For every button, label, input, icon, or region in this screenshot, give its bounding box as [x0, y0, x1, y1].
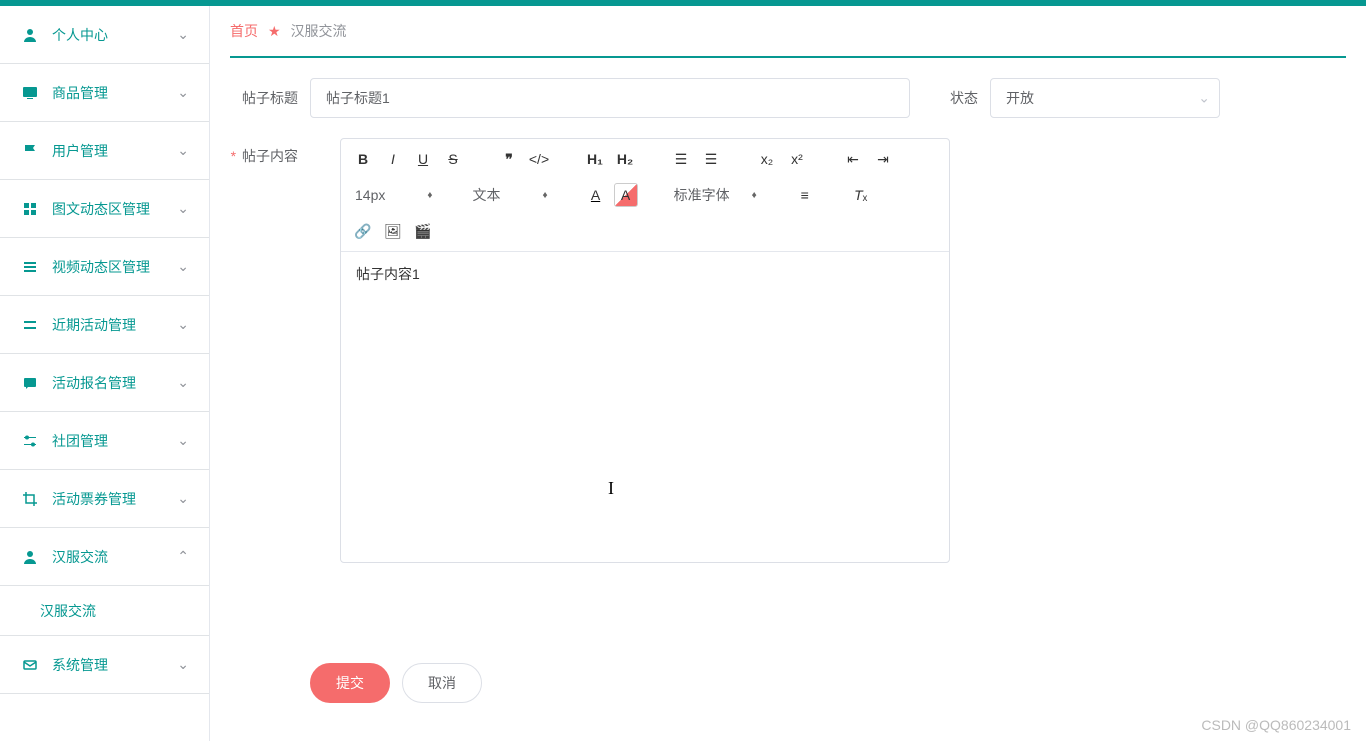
status-label: 状态 — [940, 88, 990, 108]
clear-format-button[interactable]: Tₓ — [849, 183, 873, 207]
list-icon — [20, 259, 40, 275]
quote-button[interactable]: ❞ — [497, 147, 521, 171]
sidebar: 个人中心 ⌄ 商品管理 ⌄ 用户管理 ⌄ 图文动态区管理 ⌄ 视频动态区管理 ⌄… — [0, 6, 210, 741]
chevron-down-icon: ⌄ — [177, 656, 189, 673]
editor-content[interactable]: 帖子内容1 — [341, 252, 949, 562]
content-label: 帖子内容 — [230, 138, 310, 166]
chevron-up-icon: ⌃ — [177, 548, 189, 565]
cancel-button[interactable]: 取消 — [402, 663, 482, 703]
submit-button[interactable]: 提交 — [310, 663, 390, 703]
status-select[interactable] — [990, 78, 1220, 118]
sidebar-item-ticket[interactable]: 活动票券管理 ⌄ — [0, 470, 209, 528]
align-button[interactable]: ≡ — [793, 183, 817, 207]
h1-button[interactable]: H₁ — [583, 147, 607, 171]
user-icon — [20, 27, 40, 43]
breadcrumb: 首页 ★ 汉服交流 — [230, 6, 1346, 58]
chat-icon — [20, 375, 40, 391]
user-icon — [20, 549, 40, 565]
chevron-down-icon: ⌄ — [177, 84, 189, 101]
sidebar-item-label: 汉服交流 — [52, 547, 177, 567]
sidebar-item-signup[interactable]: 活动报名管理 ⌄ — [0, 354, 209, 412]
sliders-icon — [20, 433, 40, 449]
select-arrow-icon: ♦ — [427, 190, 432, 201]
menu-icon — [20, 317, 40, 333]
crop-icon — [20, 491, 40, 507]
outdent-button[interactable]: ⇥ — [871, 147, 895, 171]
sidebar-item-system[interactable]: 系统管理 ⌄ — [0, 636, 209, 694]
sidebar-item-label: 系统管理 — [52, 655, 177, 675]
h2-button[interactable]: H₂ — [613, 147, 637, 171]
chevron-down-icon: ⌄ — [177, 374, 189, 391]
ordered-list-button[interactable]: ☰ — [669, 147, 693, 171]
font-family-select[interactable]: 标准字体 ♦ — [670, 183, 761, 207]
italic-button[interactable]: I — [381, 147, 405, 171]
sidebar-subitem-hanfu[interactable]: 汉服交流 — [0, 586, 209, 636]
strikethrough-button[interactable]: S — [441, 147, 465, 171]
sidebar-item-personal[interactable]: 个人中心 ⌄ — [0, 6, 209, 64]
rich-text-editor: B I U S ❞ </> H₁ H₂ — [340, 138, 950, 563]
link-button[interactable]: 🔗 — [351, 219, 375, 243]
sidebar-item-user[interactable]: 用户管理 ⌄ — [0, 122, 209, 180]
superscript-button[interactable]: x² — [785, 147, 809, 171]
chevron-down-icon: ⌄ — [177, 258, 189, 275]
subscript-button[interactable]: x₂ — [755, 147, 779, 171]
unordered-list-button[interactable]: ☰ — [699, 147, 723, 171]
code-button[interactable]: </> — [527, 147, 551, 171]
video-button[interactable]: 🎬 — [411, 219, 435, 243]
chevron-down-icon: ⌄ — [177, 142, 189, 159]
star-icon: ★ — [268, 23, 281, 40]
chevron-down-icon: ⌄ — [177, 432, 189, 449]
sidebar-item-label: 商品管理 — [52, 83, 177, 103]
underline-button[interactable]: U — [411, 147, 435, 171]
sidebar-item-label: 视频动态区管理 — [52, 257, 177, 277]
sidebar-item-label: 个人中心 — [52, 25, 177, 45]
sidebar-item-label: 图文动态区管理 — [52, 199, 177, 219]
monitor-icon — [20, 85, 40, 101]
bold-button[interactable]: B — [351, 147, 375, 171]
sidebar-item-label: 活动报名管理 — [52, 373, 177, 393]
sidebar-item-hanfu[interactable]: 汉服交流 ⌃ — [0, 528, 209, 586]
sidebar-item-label: 活动票券管理 — [52, 489, 177, 509]
sidebar-item-image-feed[interactable]: 图文动态区管理 ⌄ — [0, 180, 209, 238]
title-input[interactable] — [310, 78, 910, 118]
sidebar-item-label: 用户管理 — [52, 141, 177, 161]
sidebar-item-activity[interactable]: 近期活动管理 ⌄ — [0, 296, 209, 354]
breadcrumb-current: 汉服交流 — [291, 21, 347, 41]
indent-button[interactable]: ⇤ — [841, 147, 865, 171]
font-size-select[interactable]: 14px ♦ — [351, 185, 436, 205]
flag-icon — [20, 143, 40, 159]
sidebar-item-video-feed[interactable]: 视频动态区管理 ⌄ — [0, 238, 209, 296]
sidebar-item-product[interactable]: 商品管理 ⌄ — [0, 64, 209, 122]
sidebar-item-label: 社团管理 — [52, 431, 177, 451]
sidebar-subitem-label: 汉服交流 — [40, 601, 96, 621]
image-button[interactable]: 🖼 — [381, 219, 405, 243]
chevron-down-icon: ⌄ — [177, 26, 189, 43]
chevron-down-icon: ⌄ — [177, 316, 189, 333]
breadcrumb-home[interactable]: 首页 — [230, 21, 258, 41]
title-label: 帖子标题 — [230, 88, 310, 108]
grid-icon — [20, 201, 40, 217]
chevron-down-icon: ⌄ — [177, 200, 189, 217]
main-content: 首页 ★ 汉服交流 帖子标题 状态 ⌄ 帖子内容 B — [210, 6, 1366, 741]
editor-toolbar: B I U S ❞ </> H₁ H₂ — [341, 139, 949, 252]
sidebar-item-label: 近期活动管理 — [52, 315, 177, 335]
sidebar-item-club[interactable]: 社团管理 ⌄ — [0, 412, 209, 470]
mail-icon — [20, 657, 40, 673]
select-arrow-icon: ♦ — [752, 190, 757, 201]
font-type-select[interactable]: 文本 ♦ — [468, 183, 551, 207]
chevron-down-icon: ⌄ — [177, 490, 189, 507]
text-color-button[interactable]: A — [584, 183, 608, 207]
bg-color-button[interactable]: A — [614, 183, 638, 207]
select-arrow-icon: ♦ — [542, 190, 547, 201]
